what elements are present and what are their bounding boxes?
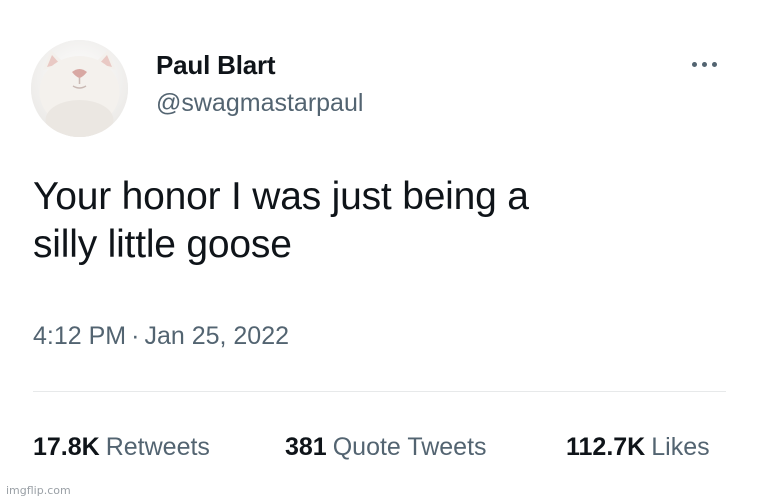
divider xyxy=(33,391,726,392)
quote-tweets-count: 381 xyxy=(285,433,327,461)
tweet-text-line: Your honor I was just being a xyxy=(33,175,529,218)
likes-stat[interactable]: 112.7K Likes xyxy=(566,433,710,462)
author-display-name[interactable]: Paul Blart xyxy=(156,50,276,81)
quote-tweets-label: Quote Tweets xyxy=(332,433,487,461)
tweet-text-line: silly little goose xyxy=(33,223,292,266)
watermark: imgflip.com xyxy=(6,484,71,497)
more-options-icon xyxy=(691,61,697,67)
timestamp-separator: · xyxy=(131,322,140,350)
likes-label: Likes xyxy=(651,433,710,461)
cat-face-avatar-icon xyxy=(31,40,128,137)
retweets-stat[interactable]: 17.8K Retweets xyxy=(33,433,210,462)
tweet-timestamp: 4:12 PM · Jan 25, 2022 xyxy=(33,322,289,351)
tweet-card: Paul Blart @swagmastarpaul Your honor I … xyxy=(0,0,758,500)
quote-tweets-stat[interactable]: 381 Quote Tweets xyxy=(285,433,487,462)
tweet-date-link[interactable]: Jan 25, 2022 xyxy=(144,322,289,350)
more-options-icon xyxy=(701,61,707,67)
more-options-icon xyxy=(711,61,717,67)
retweets-count: 17.8K xyxy=(33,433,100,461)
author-handle[interactable]: @swagmastarpaul xyxy=(156,89,363,118)
likes-count: 112.7K xyxy=(566,433,646,461)
author-avatar[interactable] xyxy=(31,40,128,137)
tweet-text: Your honor I was just being a silly litt… xyxy=(33,173,723,269)
tweet-time-link[interactable]: 4:12 PM xyxy=(33,322,126,350)
more-options-button[interactable] xyxy=(684,52,724,76)
retweets-label: Retweets xyxy=(105,433,210,461)
